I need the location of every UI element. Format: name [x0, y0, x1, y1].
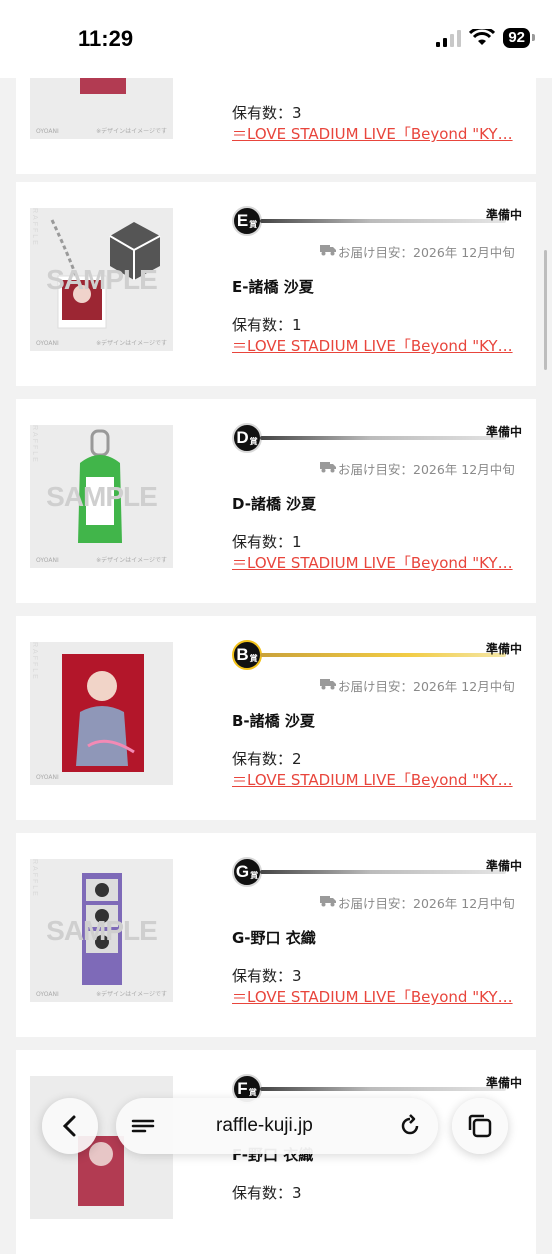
tabs-button[interactable] [452, 1098, 508, 1154]
progress-bar [260, 1087, 506, 1091]
progress-bar [260, 653, 506, 657]
status-label: 準備中 [485, 859, 522, 873]
truck-icon [320, 679, 336, 690]
image-notice: ※デザインはイメージです [96, 340, 167, 347]
prize-card[interactable]: RAFFLE OYOANI B賞 準備中 お届け目安：2026年 12月中旬 B… [16, 616, 536, 820]
status-label: 準備中 [485, 1076, 522, 1090]
event-link[interactable]: ＝LOVE STADIUM LIVE「Beyond "KY… [232, 123, 522, 144]
image-brand: OYOANI [36, 991, 59, 998]
truck-icon [320, 462, 336, 473]
prize-rank-badge: G賞 [232, 857, 262, 887]
image-brand: OYOANI [36, 557, 59, 564]
status-icons: 92 [436, 28, 535, 48]
tabs-icon [468, 1114, 492, 1138]
prize-list: OYOANI ※デザインはイメージです 保有数：3 ＝LOVE STADIUM … [0, 0, 552, 1254]
prize-image: RAFFLE SAMPLE OYOANI ※デザインはイメージです [30, 208, 173, 351]
delivery-estimate: お届け目安：2026年 12月中旬 [338, 462, 515, 477]
quantity: 保有数：2 [232, 750, 302, 768]
prize-rank-badge: D賞 [232, 423, 262, 453]
prize-rank-badge: B賞 [232, 640, 262, 670]
progress-bar [260, 436, 506, 440]
prize-card[interactable]: RAFFLE SAMPLE OYOANI ※デザインはイメージです E賞 準備中… [16, 182, 536, 386]
quantity: 保有数：3 [232, 967, 302, 985]
back-button[interactable] [42, 1098, 98, 1154]
wifi-icon [469, 29, 496, 45]
prize-card[interactable]: RAFFLE SAMPLE OYOANI ※デザインはイメージです G賞 準備中… [16, 833, 536, 1037]
ios-status-bar: 11:29 92 [0, 0, 552, 78]
prize-card[interactable]: RAFFLE SAMPLE OYOANI ※デザインはイメージです D賞 準備中… [16, 399, 536, 603]
sample-watermark: SAMPLE [46, 264, 158, 295]
event-link[interactable]: ＝LOVE STADIUM LIVE「Beyond "KY… [232, 552, 522, 573]
address-bar[interactable]: raffle-kuji.jp [116, 1098, 438, 1154]
prize-image: RAFFLE SAMPLE OYOANI ※デザインはイメージです [30, 425, 173, 568]
prize-rank-badge: E賞 [232, 206, 262, 236]
image-brand: OYOANI [36, 128, 59, 135]
quantity: 保有数：1 [232, 316, 302, 334]
status-label: 準備中 [485, 425, 522, 439]
battery-icon: 92 [503, 28, 535, 48]
chevron-left-icon [62, 1115, 76, 1137]
cellular-signal-icon [436, 29, 462, 47]
prize-name: E-諸橋 沙夏 [232, 278, 314, 296]
browser-toolbar: raffle-kuji.jp [0, 1092, 552, 1170]
progress-bar [260, 219, 506, 223]
prize-name: B-諸橋 沙夏 [232, 712, 315, 730]
event-link[interactable]: ＝LOVE STADIUM LIVE「Beyond "KY… [232, 769, 522, 790]
status-label: 準備中 [485, 208, 522, 222]
truck-icon [320, 245, 336, 256]
sample-watermark: SAMPLE [46, 915, 158, 946]
progress-bar [260, 870, 506, 874]
image-notice: ※デザインはイメージです [96, 557, 167, 564]
delivery-estimate: お届け目安：2026年 12月中旬 [338, 245, 515, 260]
url-text[interactable]: raffle-kuji.jp [216, 1115, 313, 1137]
status-label: 準備中 [485, 642, 522, 656]
delivery-estimate: お届け目安：2026年 12月中旬 [338, 896, 515, 911]
page-menu-icon[interactable] [130, 1115, 156, 1137]
quantity: 保有数：3 [232, 104, 302, 122]
prize-name: G-野口 衣織 [232, 929, 316, 947]
prize-image: RAFFLE SAMPLE OYOANI ※デザインはイメージです [30, 859, 173, 1002]
image-brand: OYOANI [36, 774, 59, 781]
event-link[interactable]: ＝LOVE STADIUM LIVE「Beyond "KY… [232, 986, 522, 1007]
delivery-estimate: お届け目安：2026年 12月中旬 [338, 679, 515, 694]
image-notice: ※デザインはイメージです [96, 991, 167, 998]
truck-icon [320, 896, 336, 907]
prize-image: RAFFLE OYOANI [30, 642, 173, 785]
scroll-indicator [544, 250, 547, 370]
image-notice: ※デザインはイメージです [96, 128, 167, 135]
event-link[interactable]: ＝LOVE STADIUM LIVE「Beyond "KY… [232, 335, 522, 356]
image-brand: OYOANI [36, 340, 59, 347]
sample-watermark: SAMPLE [46, 481, 158, 512]
clock: 11:29 [78, 26, 134, 51]
prize-name: D-諸橋 沙夏 [232, 495, 317, 513]
quantity: 保有数：1 [232, 533, 302, 551]
reload-icon[interactable] [398, 1114, 422, 1138]
